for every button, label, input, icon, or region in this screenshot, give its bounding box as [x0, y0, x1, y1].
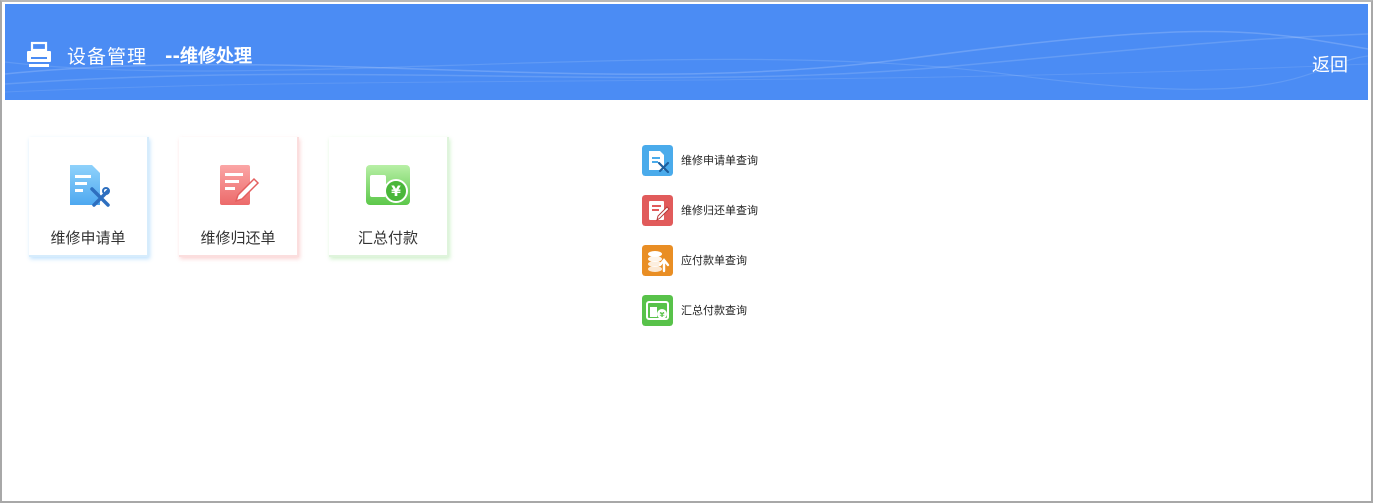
- page-frame: 设备管理 --维修处理 返回 维修申请单 维修归还单 ¥ 汇总付款 维修申请单查…: [0, 0, 1373, 503]
- link-payable-query[interactable]: 应付款单查询: [642, 244, 758, 276]
- tile-label: 维修申请单: [50, 229, 126, 247]
- wallet-yen-icon: ¥: [366, 165, 410, 205]
- tile-label: 维修归还单: [200, 229, 276, 247]
- page-header: 设备管理 --维修处理 返回: [5, 4, 1368, 100]
- tile-repair-request[interactable]: 维修申请单: [29, 137, 149, 257]
- page-title-text: 设备管理: [67, 45, 148, 68]
- svg-text:¥: ¥: [660, 311, 665, 319]
- svg-text:¥: ¥: [391, 184, 401, 200]
- page-title: 设备管理 --维修处理: [25, 41, 252, 69]
- link-label: 应付款单查询: [681, 254, 747, 267]
- link-label: 汇总付款查询: [681, 304, 747, 317]
- tile-summary-payment[interactable]: ¥ 汇总付款: [329, 137, 449, 257]
- page-subtitle: --维修处理: [165, 46, 252, 67]
- tile-label: 汇总付款: [357, 229, 418, 247]
- edit-document-icon: [642, 194, 673, 226]
- back-link[interactable]: 返回: [1312, 51, 1348, 77]
- link-repair-request-query[interactable]: 维修申请单查询: [642, 144, 758, 176]
- printer-icon: [27, 41, 51, 67]
- link-summary-payment-query[interactable]: ¥ 汇总付款查询: [642, 294, 758, 326]
- repair-request-icon: [70, 165, 110, 207]
- wallet-yen-icon: ¥: [642, 294, 673, 326]
- edit-document-icon: [220, 165, 260, 205]
- tile-repair-return[interactable]: 维修归还单: [179, 137, 299, 257]
- repair-request-icon: [642, 144, 673, 176]
- function-tiles: 维修申请单 维修归还单 ¥ 汇总付款: [29, 137, 479, 257]
- coins-upload-icon: [642, 244, 673, 276]
- link-label: 维修申请单查询: [681, 154, 758, 167]
- link-repair-return-query[interactable]: 维修归还单查询: [642, 194, 758, 226]
- link-label: 维修归还单查询: [681, 204, 758, 217]
- query-links: 维修申请单查询 维修归还单查询 应付款单查询 ¥ 汇总付款查询: [642, 144, 758, 344]
